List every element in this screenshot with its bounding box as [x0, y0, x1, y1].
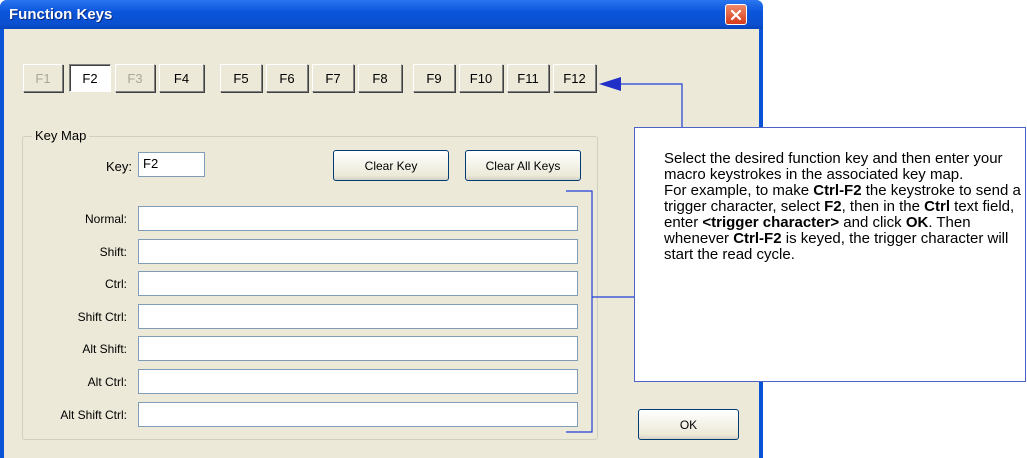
callout-bold: Ctrl-F2 [813, 182, 862, 199]
callout-text-part: For example, to make [664, 182, 814, 199]
callout-bracket-line [566, 190, 593, 433]
callout-text-part: , then in the [841, 198, 925, 215]
callout-bold: Ctrl [924, 198, 950, 215]
arrow-head-icon [599, 77, 621, 91]
callout-text-part: and click [839, 214, 906, 231]
callout-bold: Ctrl-F2 [733, 230, 782, 247]
callout-bold: <trigger character> [702, 214, 840, 231]
callout-text: Select the desired function key and then… [664, 151, 1024, 263]
callout-bold: F2 [824, 198, 842, 215]
callout-line1: Select the desired function key and then… [664, 150, 1003, 183]
callout-bold: OK [905, 214, 929, 231]
callout-arrow-line [620, 83, 683, 127]
